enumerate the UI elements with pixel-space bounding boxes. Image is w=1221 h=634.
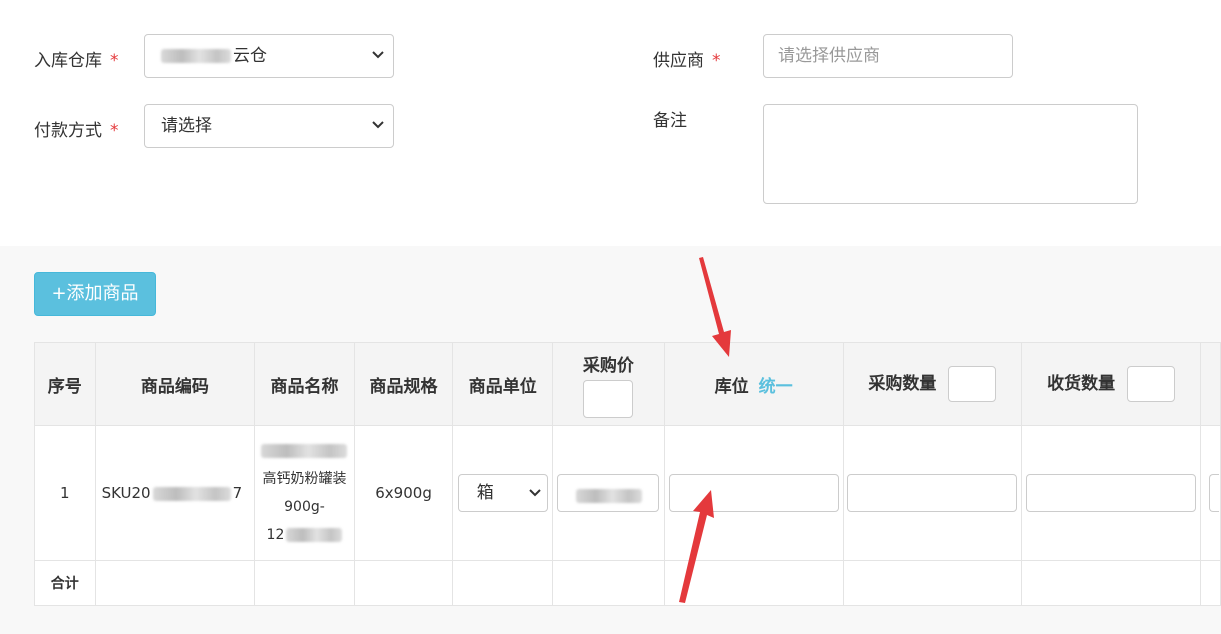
payment-label: 付款方式 *	[34, 121, 119, 141]
table-header-row: 序号 商品编码 商品名称 商品规格 商品单位 采购价 库位 统一 采购数量 收货数…	[34, 342, 1221, 426]
product-table: 序号 商品编码 商品名称 商品规格 商品单位 采购价 库位 统一 采购数量 收货数…	[34, 342, 1221, 606]
col-purchase-qty-label: 采购数量	[868, 374, 937, 394]
payment-select[interactable]: 请选择	[144, 104, 394, 148]
col-overflow	[1199, 342, 1221, 426]
batch-receive-qty-input[interactable]	[1127, 366, 1176, 402]
cell-seq: 1	[34, 425, 96, 561]
remark-label: 备注	[653, 111, 687, 131]
col-purchase-qty: 采购数量	[842, 342, 1023, 426]
required-mark: *	[110, 51, 119, 71]
cell-name: 高钙奶粉罐装 900g- 12	[254, 425, 355, 561]
overflow-input[interactable]	[1208, 474, 1219, 512]
price-input[interactable]	[557, 474, 660, 512]
batch-price-input[interactable]	[583, 379, 634, 418]
col-unit: 商品单位	[452, 342, 554, 426]
col-code: 商品编码	[94, 342, 256, 426]
chevron-down-icon	[372, 35, 384, 59]
col-price: 采购价	[552, 342, 665, 426]
required-mark: *	[712, 51, 721, 71]
chevron-down-icon	[528, 475, 541, 497]
col-spec: 商品规格	[353, 342, 454, 426]
required-mark: *	[110, 121, 119, 141]
warehouse-label: 入库仓库 *	[34, 51, 119, 71]
cell-receive-qty	[1021, 425, 1201, 561]
cell-overflow	[1199, 425, 1221, 561]
cell-unit: 箱	[452, 425, 554, 561]
col-seq: 序号	[34, 342, 96, 426]
cell-purchase-qty	[842, 425, 1023, 561]
unify-location-link[interactable]: 统一	[759, 377, 793, 397]
chevron-down-icon	[372, 105, 384, 129]
blurred-text	[161, 49, 231, 63]
blurred-text	[255, 437, 354, 465]
supplier-label: 供应商 *	[653, 51, 721, 71]
purchase-qty-input[interactable]	[847, 474, 1018, 512]
total-row: 合计	[34, 560, 1221, 606]
col-name: 商品名称	[254, 342, 355, 426]
total-label: 合计	[34, 560, 96, 606]
unit-select[interactable]: 箱	[457, 474, 548, 512]
blurred-text	[576, 488, 643, 503]
table-row: 1 SKU20 7 高钙奶粉罐装 900g- 12 6x900g 箱	[34, 425, 1221, 561]
col-price-label: 采购价	[582, 355, 634, 376]
supplier-input[interactable]: 请选择供应商	[763, 34, 1013, 78]
blurred-text	[152, 486, 231, 501]
receive-qty-input[interactable]	[1026, 474, 1197, 512]
add-product-button[interactable]: +添加商品	[34, 272, 156, 316]
col-location-label: 库位	[714, 376, 749, 397]
cell-price	[552, 425, 665, 561]
col-receive-qty-label: 收货数量	[1047, 374, 1116, 394]
cell-spec: 6x900g	[353, 425, 454, 561]
annotation-arrow-down	[699, 257, 731, 357]
annotation-arrow-up	[679, 490, 714, 603]
warehouse-select[interactable]: 云仓	[144, 34, 394, 78]
remark-textarea[interactable]	[763, 104, 1138, 204]
cell-code: SKU20 7	[94, 425, 256, 561]
batch-purchase-qty-input[interactable]	[948, 366, 997, 402]
col-receive-qty: 收货数量	[1021, 342, 1201, 426]
blurred-text	[286, 528, 343, 542]
